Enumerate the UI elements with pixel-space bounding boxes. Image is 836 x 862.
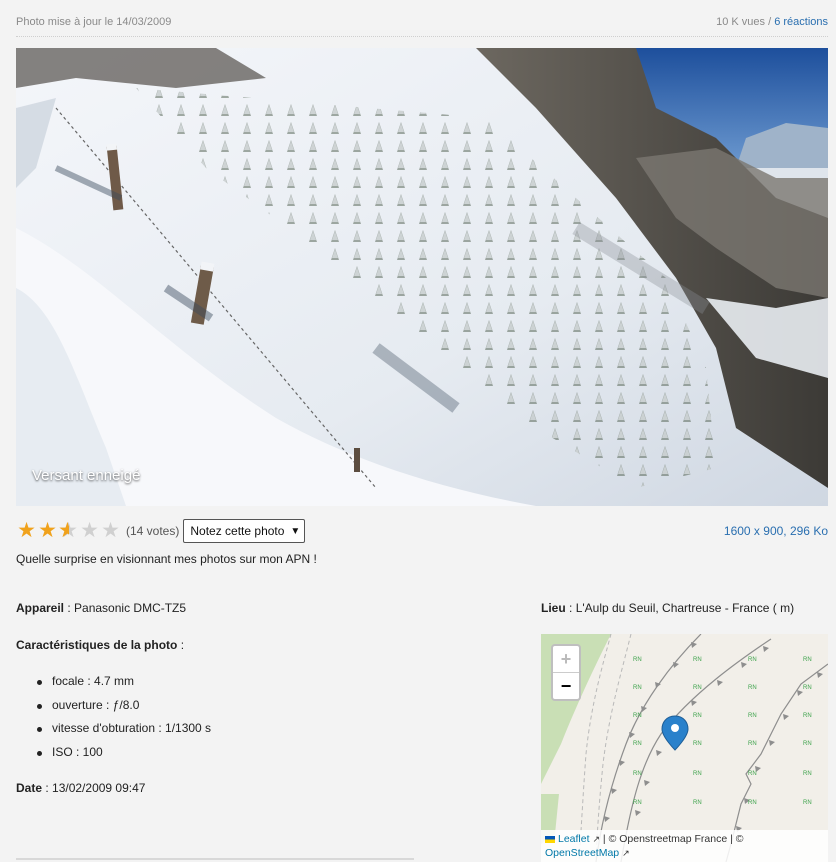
rate-photo-select-label: Notez cette photo <box>190 524 285 538</box>
star-rating[interactable]: ★ ★ ★ ★ ★ <box>16 520 121 543</box>
ukraine-flag-icon <box>545 835 555 843</box>
location-value: L'Aulp du Seuil, Chartreuse - France ( m… <box>575 601 795 615</box>
date-info: Date : 13/02/2009 09:47 <box>16 781 146 795</box>
map-marker-label: RN <box>803 657 812 663</box>
photo-caption: Versant enneigé <box>32 467 141 484</box>
map-marker-label: RN <box>748 741 757 747</box>
photo-header-bar: Photo mise à jour le 14/03/2009 10 K vue… <box>16 8 828 37</box>
star-icon[interactable]: ★ <box>16 520 37 542</box>
stats: 10 K vues / 6 réactions <box>716 16 828 28</box>
map-marker-label: RN <box>633 685 642 691</box>
zoom-out-button[interactable]: − <box>553 673 579 699</box>
stats-separator: / <box>768 16 772 28</box>
photo-dimensions-link[interactable]: 1600 x 900, 296 Ko <box>724 524 828 538</box>
empty-star-icon[interactable]: ★ <box>79 520 100 542</box>
external-link-icon: ↗ <box>592 834 600 844</box>
characteristics-list: focale : 4.7 mm ouverture : ƒ/8.0 vitess… <box>16 670 211 764</box>
external-link-icon: ↗ <box>622 848 630 858</box>
zoom-in-button[interactable]: + <box>553 646 579 673</box>
map-marker-label: RN <box>693 771 702 777</box>
map-marker-label: RN <box>693 800 702 806</box>
map-marker-label: RN <box>748 771 757 777</box>
rate-photo-select[interactable]: Notez cette photo ▼ <box>183 519 306 543</box>
photo-description: Quelle surprise en visionnant mes photos… <box>16 552 317 566</box>
list-item: focale : 4.7 mm <box>16 670 211 694</box>
map-marker-label: RN <box>693 685 702 691</box>
map-marker-label: RN <box>803 800 812 806</box>
map-zoom-control: + − <box>551 644 581 701</box>
reactions-link[interactable]: 6 réactions <box>774 16 828 28</box>
camera-label: Appareil <box>16 601 65 615</box>
map-attribution: Leaflet ↗ | © Openstreetmap France | © O… <box>541 830 828 862</box>
star-icon[interactable]: ★ <box>37 520 58 542</box>
characteristics-label: Caractéristiques de la photo <box>16 638 178 652</box>
date-label: Date <box>16 781 43 795</box>
camera-value: Panasonic DMC-TZ5 <box>74 601 187 615</box>
openstreetmap-link[interactable]: OpenStreetMap <box>545 847 619 859</box>
map-marker-label: RN <box>803 713 812 719</box>
map-marker-label: RN <box>633 657 642 663</box>
date-value: 13/02/2009 09:47 <box>52 781 146 795</box>
characteristics-heading: Caractéristiques de la photo : <box>16 638 185 652</box>
list-item: ISO : 100 <box>16 741 211 765</box>
map-marker-label: RN <box>633 713 642 719</box>
rating-row: ★ ★ ★ ★ ★ (14 votes) Notez cette photo ▼… <box>16 518 828 544</box>
map-marker-label: RN <box>748 685 757 691</box>
snowy-slope-image <box>16 48 828 506</box>
map-marker-label: RN <box>633 741 642 747</box>
leaflet-link[interactable]: Leaflet <box>558 833 590 845</box>
update-date: Photo mise à jour le 14/03/2009 <box>16 16 172 28</box>
map-marker-label: RN <box>803 771 812 777</box>
map-marker-label: RN <box>693 657 702 663</box>
camera-info: Appareil : Panasonic DMC-TZ5 <box>16 601 187 615</box>
map-marker-label: RN <box>693 741 702 747</box>
map-tiles: RN RN RN RN RN RN RN RN RN RN RN RN RN R… <box>541 634 828 862</box>
location-map[interactable]: RN RN RN RN RN RN RN RN RN RN RN RN RN R… <box>541 634 828 862</box>
map-marker-label: RN <box>748 800 757 806</box>
map-marker-label: RN <box>748 713 757 719</box>
vote-count: (14 votes) <box>126 524 180 538</box>
map-marker-label: RN <box>633 800 642 806</box>
empty-star-icon[interactable]: ★ <box>100 520 121 542</box>
divider <box>16 858 414 860</box>
map-marker-label: RN <box>633 771 642 777</box>
map-pin-icon[interactable] <box>661 715 689 751</box>
main-photo[interactable]: Versant enneigé <box>16 48 828 506</box>
map-marker-label: RN <box>803 685 812 691</box>
chevron-down-icon: ▼ <box>290 525 301 537</box>
map-marker-label: RN <box>748 657 757 663</box>
map-marker-label: RN <box>693 713 702 719</box>
map-marker-label: RN <box>803 741 812 747</box>
half-star-icon[interactable]: ★ <box>58 520 79 543</box>
location-label: Lieu <box>541 601 566 615</box>
location-info: Lieu : L'Aulp du Seuil, Chartreuse - Fra… <box>541 601 795 615</box>
list-item: vitesse d'obturation : 1/1300 s <box>16 717 211 741</box>
list-item: ouverture : ƒ/8.0 <box>16 694 211 718</box>
view-count: 10 K vues <box>716 16 765 28</box>
attribution-text: | © Openstreetmap France | © <box>602 833 744 845</box>
